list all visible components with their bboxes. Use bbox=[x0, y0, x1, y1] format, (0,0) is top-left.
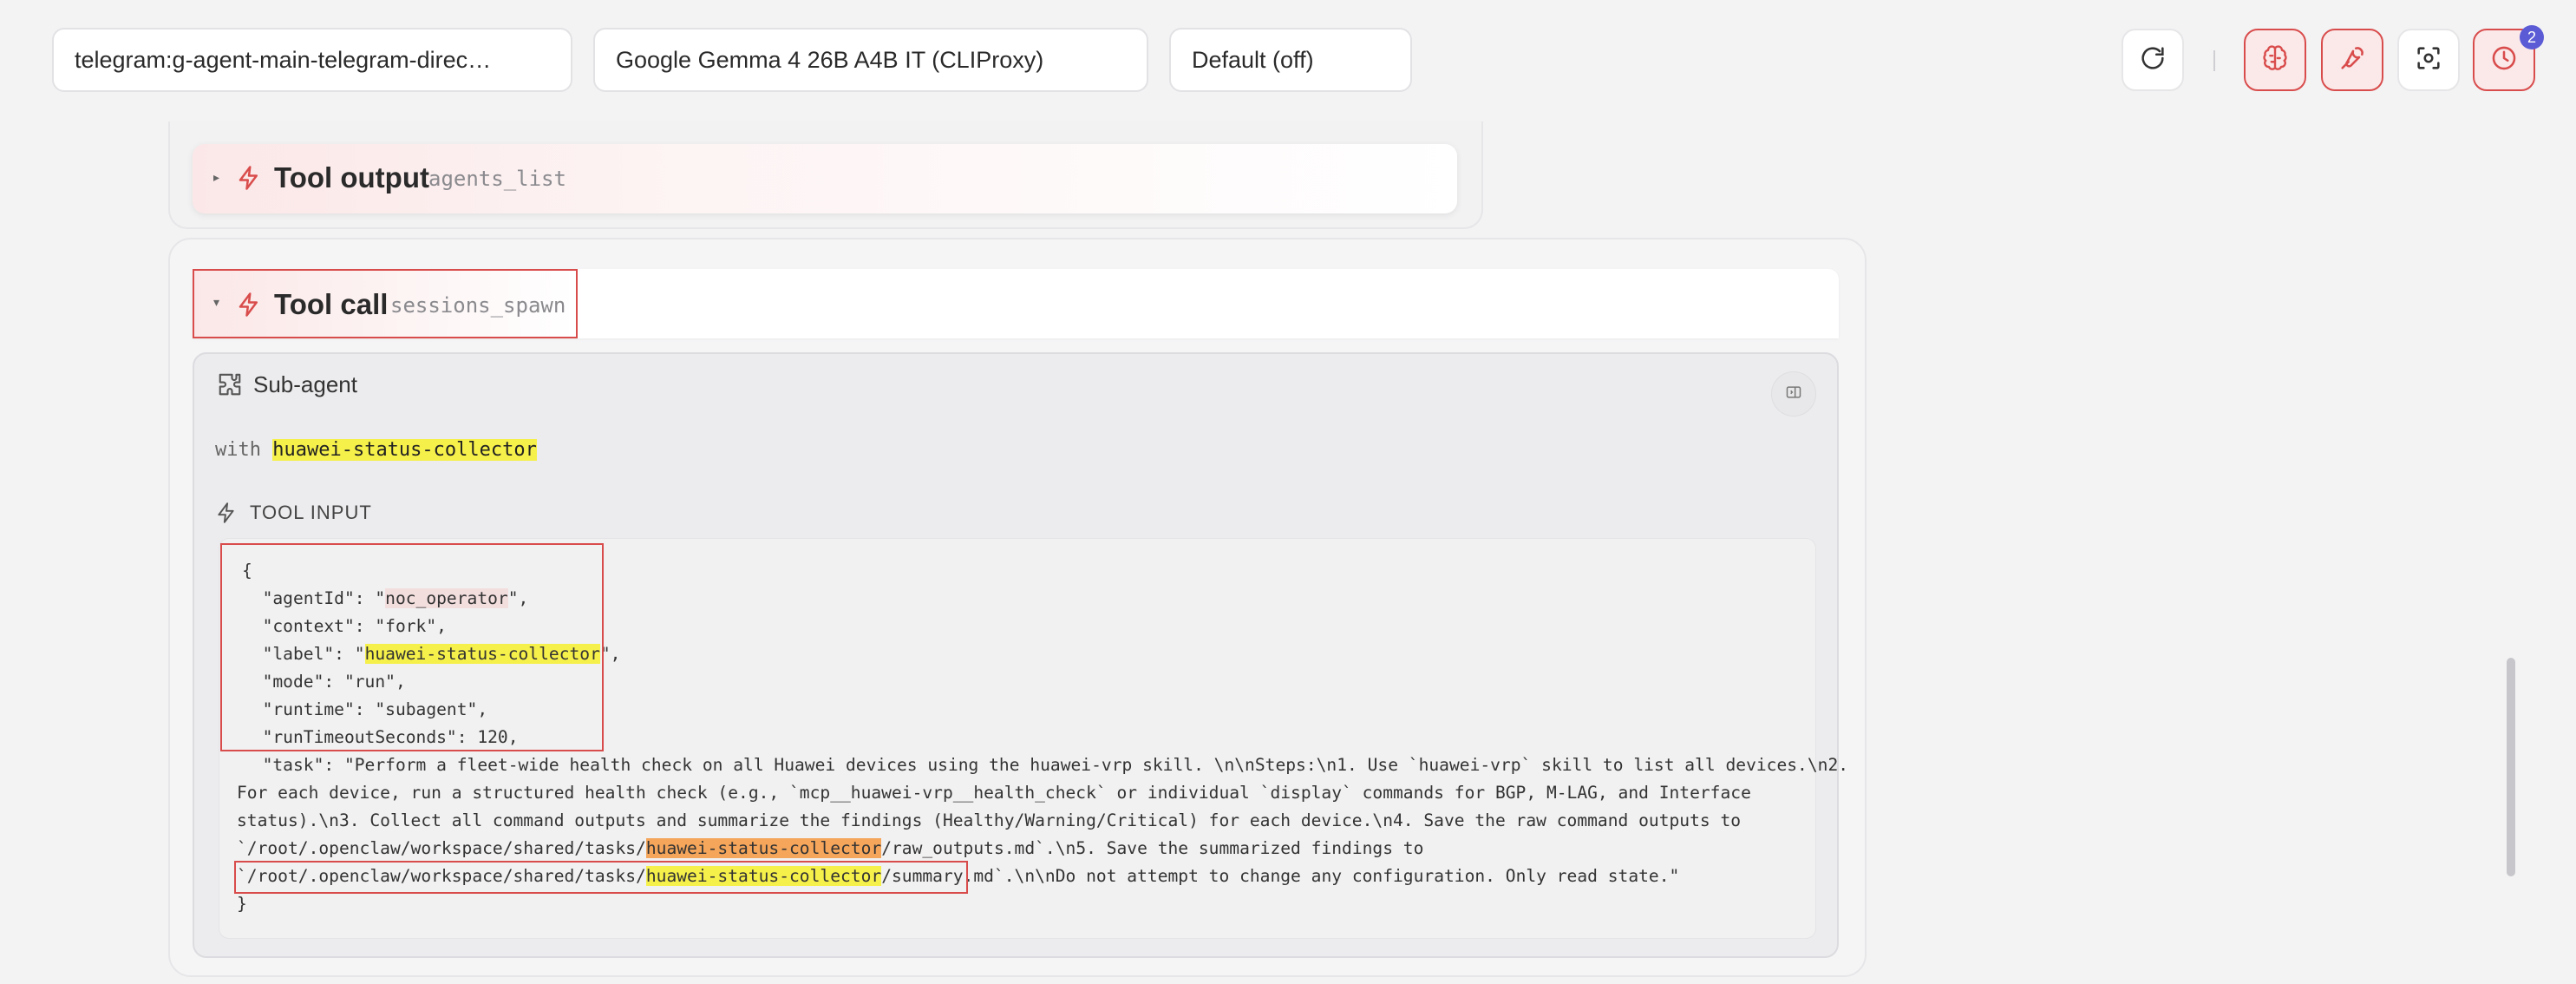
tool-call-name: sessions_spawn bbox=[390, 293, 566, 318]
focus-mode-button[interactable] bbox=[2397, 29, 2460, 91]
collapse-caret-icon: ▾ bbox=[213, 295, 220, 309]
sidebar-panel-icon bbox=[1785, 384, 1802, 405]
bolt-icon bbox=[236, 165, 262, 195]
cron-button[interactable]: 2 bbox=[2473, 25, 2544, 91]
code-line: `/root/.openclaw/workspace/shared/tasks/… bbox=[237, 838, 1423, 858]
thinking-toggle-button[interactable] bbox=[2244, 29, 2306, 91]
tool-output-title: Tool output bbox=[274, 161, 429, 194]
code-token: /raw_outputs.md`.\n5. Save the summarize… bbox=[881, 838, 1424, 858]
code-line: } bbox=[237, 894, 247, 914]
wrench-icon bbox=[2337, 43, 2367, 77]
model-select[interactable]: Google Gemma 4 26B A4B IT (CLIProxy) bbox=[593, 28, 1148, 92]
annotation-box bbox=[220, 543, 604, 751]
code-token: `.\n\nDo not attempt to change any confi… bbox=[993, 866, 1680, 886]
tools-toggle-button[interactable] bbox=[2321, 29, 2383, 91]
bolt-icon bbox=[215, 502, 238, 528]
thinking-select[interactable]: Default (off) bbox=[1169, 28, 1412, 92]
brain-icon bbox=[2260, 43, 2290, 77]
code-line: For each device, run a structured health… bbox=[237, 783, 1751, 803]
top-toolbar: telegram:g-agent-main-telegram-direc… Go… bbox=[0, 0, 2576, 121]
refresh-icon bbox=[2138, 43, 2167, 77]
refresh-button[interactable] bbox=[2122, 29, 2184, 91]
tool-call-title: Tool call bbox=[274, 288, 389, 320]
code-line: status).\n3. Collect all command outputs… bbox=[237, 810, 1742, 830]
subagent-agent-label: huawei-status-collector bbox=[272, 439, 537, 461]
subagent-title: Sub-agent bbox=[253, 371, 357, 397]
puzzle-icon bbox=[217, 371, 243, 402]
with-label: with bbox=[215, 439, 261, 461]
cron-count-badge: 2 bbox=[2520, 25, 2544, 49]
open-sidebar-button[interactable] bbox=[1771, 371, 1816, 417]
session-select[interactable]: telegram:g-agent-main-telegram-direc… bbox=[52, 28, 572, 92]
tool-input-heading: TOOL INPUT bbox=[250, 502, 372, 523]
clock-icon bbox=[2489, 43, 2519, 77]
tool-output-name: agents_list bbox=[428, 167, 566, 191]
tool-call-header[interactable]: ▾ Tool call sessions_spawn bbox=[193, 269, 578, 338]
code-token: huawei-status-collector bbox=[645, 838, 882, 858]
toolbar-divider bbox=[2213, 50, 2215, 71]
code-line: "task": "Perform a fleet-wide health che… bbox=[242, 755, 1849, 775]
annotation-box bbox=[234, 861, 968, 894]
code-token: `/root/.openclaw/workspace/shared/tasks/ bbox=[237, 838, 646, 858]
subagent-with-line: with huawei-status-collector bbox=[215, 439, 537, 461]
tool-output-row[interactable]: ▸ Tool output agents_list bbox=[193, 144, 1457, 213]
scrollbar-thumb[interactable] bbox=[2507, 658, 2515, 876]
expand-caret-icon: ▸ bbox=[213, 170, 220, 184]
focus-icon bbox=[2414, 43, 2443, 77]
bolt-icon bbox=[236, 292, 262, 322]
